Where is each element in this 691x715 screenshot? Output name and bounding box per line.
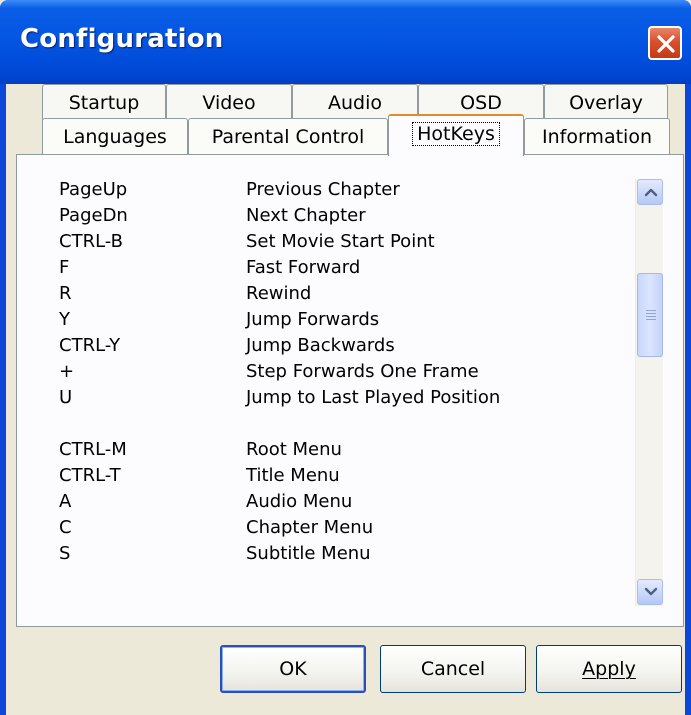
- hotkey-key: CTRL-M: [59, 439, 127, 460]
- button-label: Cancel: [420, 658, 486, 680]
- ok-button[interactable]: OK: [220, 645, 366, 693]
- tab-overlay[interactable]: Overlay: [544, 84, 668, 122]
- hotkey-key: F: [59, 257, 70, 278]
- hotkey-action: Next Chapter: [246, 205, 366, 226]
- hotkey-key: CTRL-T: [59, 465, 121, 486]
- grip-line: [646, 313, 656, 314]
- close-icon: [657, 35, 675, 53]
- chevron-down-icon: [644, 587, 658, 596]
- tab-parental-control[interactable]: Parental Control: [188, 118, 388, 156]
- list-item: U Jump to Last Played Position: [59, 385, 619, 411]
- hotkey-action: Root Menu: [246, 439, 342, 460]
- hotkey-list: PageUp Previous Chapter PageDn Next Chap…: [59, 177, 619, 567]
- hotkey-action: Previous Chapter: [246, 179, 400, 200]
- scroll-up-button[interactable]: [637, 179, 663, 205]
- hotkey-key: +: [59, 361, 75, 382]
- close-button[interactable]: [648, 26, 682, 60]
- tab-label: Audio: [327, 92, 382, 114]
- tab-video[interactable]: Video: [166, 84, 292, 122]
- cancel-button[interactable]: Cancel: [380, 645, 526, 693]
- tab-label: Parental Control: [211, 126, 365, 148]
- hotkey-action: Set Movie Start Point: [246, 231, 435, 252]
- tab-label: Startup: [68, 92, 140, 114]
- tab-hotkeys[interactable]: HotKeys: [388, 114, 524, 156]
- hotkey-action: Jump Backwards: [246, 335, 395, 356]
- tab-label: OSD: [460, 92, 502, 114]
- hotkey-key: C: [59, 517, 72, 538]
- hotkey-key: PageUp: [59, 179, 128, 200]
- list-item: A Audio Menu: [59, 489, 619, 515]
- list-item: S Subtitle Menu: [59, 541, 619, 567]
- hotkey-key: Y: [59, 309, 70, 330]
- hotkey-action: Audio Menu: [246, 491, 353, 512]
- list-item: Y Jump Forwards: [59, 307, 619, 333]
- list-item: CTRL-T Title Menu: [59, 463, 619, 489]
- list-item: CTRL-M Root Menu: [59, 437, 619, 463]
- button-label: OK: [279, 658, 307, 680]
- list-item: R Rewind: [59, 281, 619, 307]
- chevron-up-icon: [644, 188, 658, 197]
- hotkey-key: R: [59, 283, 72, 304]
- dialog-body: Startup Video Audio OSD Overlay Language…: [6, 84, 685, 715]
- hotkey-action: Subtitle Menu: [246, 543, 371, 564]
- tab-label: Video: [202, 92, 256, 114]
- hotkey-action: Chapter Menu: [246, 517, 374, 538]
- list-item: PageDn Next Chapter: [59, 203, 619, 229]
- hotkey-action: Fast Forward: [246, 257, 361, 278]
- grip-line: [646, 316, 656, 317]
- grip-line: [646, 310, 656, 311]
- list-item: CTRL-Y Jump Backwards: [59, 333, 619, 359]
- apply-button[interactable]: Apply: [536, 645, 682, 693]
- tab-startup[interactable]: Startup: [42, 84, 166, 122]
- scroll-thumb[interactable]: [637, 273, 663, 357]
- tab-languages[interactable]: Languages: [42, 118, 188, 156]
- vertical-scrollbar[interactable]: [635, 179, 663, 606]
- hotkey-action: Jump to Last Played Position: [246, 387, 501, 408]
- hotkey-key: S: [59, 543, 71, 564]
- hotkey-key: PageDn: [59, 205, 128, 226]
- grip-line: [646, 319, 656, 320]
- list-item: PageUp Previous Chapter: [59, 177, 619, 203]
- button-label: Apply: [582, 658, 636, 680]
- hotkey-action: Title Menu: [246, 465, 340, 486]
- hotkey-action: Step Forwards One Frame: [246, 361, 479, 382]
- hotkey-key: CTRL-B: [59, 231, 123, 252]
- hotkey-action: Rewind: [246, 283, 312, 304]
- tab-label: Overlay: [569, 92, 643, 114]
- title-bar[interactable]: Configuration: [0, 0, 691, 84]
- list-item: CTRL-B Set Movie Start Point: [59, 229, 619, 255]
- hotkey-key: A: [59, 491, 72, 512]
- scroll-down-button[interactable]: [637, 579, 663, 605]
- list-item: F Fast Forward: [59, 255, 619, 281]
- list-item: C Chapter Menu: [59, 515, 619, 541]
- hotkey-key: CTRL-Y: [59, 335, 121, 356]
- hotkeys-panel: PageUp Previous Chapter PageDn Next Chap…: [16, 154, 684, 627]
- tab-label: HotKeys: [412, 122, 500, 146]
- configuration-window: Configuration Startup Video Audio OSD Ov…: [0, 0, 691, 715]
- list-item: + Step Forwards One Frame: [59, 359, 619, 385]
- hotkey-action: Jump Forwards: [246, 309, 380, 330]
- tab-label: Languages: [63, 126, 167, 148]
- tab-label: Information: [542, 126, 652, 148]
- tab-information[interactable]: Information: [524, 118, 670, 156]
- hotkey-key: U: [59, 387, 73, 408]
- window-title: Configuration: [20, 24, 224, 54]
